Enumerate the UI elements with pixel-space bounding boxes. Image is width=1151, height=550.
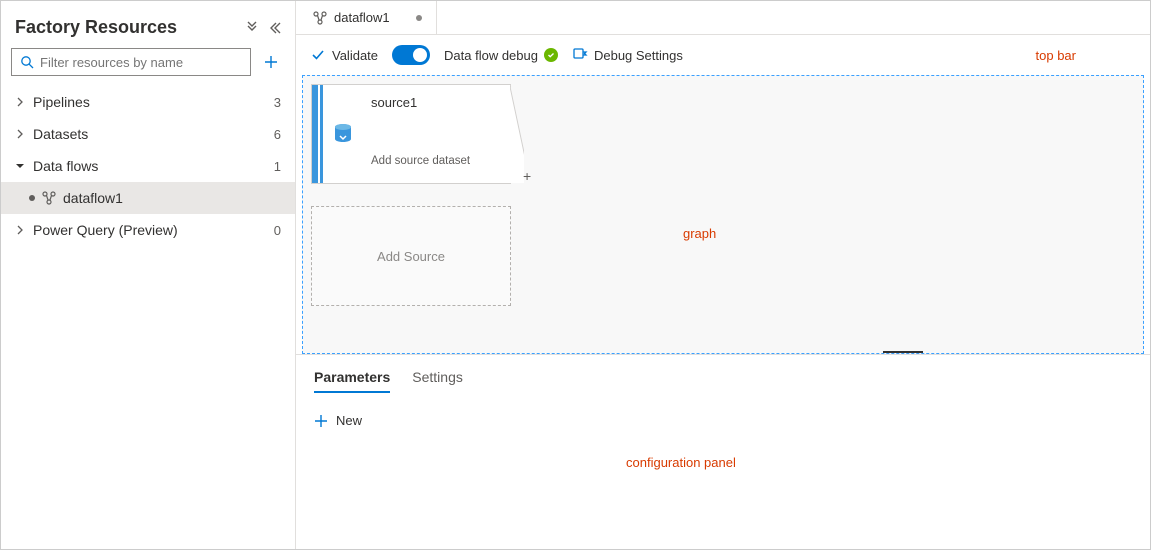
- editor-tab-dataflow1[interactable]: dataflow1: [302, 1, 437, 34]
- tree-count: 0: [274, 223, 281, 238]
- plus-icon: [314, 414, 328, 428]
- validate-label: Validate: [332, 48, 378, 63]
- dataflow-icon: [312, 10, 328, 26]
- collapse-sidebar-icon[interactable]: [267, 21, 281, 35]
- debug-settings-button[interactable]: Debug Settings: [572, 46, 683, 65]
- factory-resources-sidebar: Factory Resources: [1, 1, 296, 549]
- source-name: source1: [371, 95, 502, 110]
- add-step-button[interactable]: +: [523, 168, 531, 184]
- configuration-panel: Parameters Settings New configuration pa…: [296, 354, 1150, 549]
- tree-item-pipelines[interactable]: Pipelines 3: [1, 86, 295, 118]
- filter-box[interactable]: [11, 48, 251, 76]
- dataflow-topbar: Validate Data flow debug Debug Settings …: [296, 35, 1150, 75]
- new-parameter-button[interactable]: New: [314, 413, 362, 428]
- annotation-graph: graph: [683, 226, 716, 241]
- filter-row: [1, 48, 295, 84]
- annotation-topbar: top bar: [1036, 48, 1136, 63]
- validate-button[interactable]: Validate: [310, 47, 378, 63]
- tree-count: 1: [274, 159, 281, 174]
- caret-right-icon: [15, 97, 25, 107]
- caret-down-icon: [15, 161, 25, 171]
- expand-all-icon[interactable]: [245, 21, 259, 35]
- source-hint: Add source dataset: [371, 155, 502, 173]
- unsaved-dot-icon: [29, 195, 35, 201]
- filter-input[interactable]: [40, 55, 242, 70]
- caret-right-icon: [15, 129, 25, 139]
- tree-count: 6: [274, 127, 281, 142]
- unsaved-dot-icon: [416, 15, 422, 21]
- node-output-chevron: [510, 85, 524, 183]
- tree-label: Datasets: [33, 126, 88, 142]
- debug-settings-label: Debug Settings: [594, 48, 683, 63]
- source-node[interactable]: source1 Add source dataset: [311, 84, 511, 184]
- sidebar-title: Factory Resources: [15, 17, 177, 38]
- new-label: New: [336, 413, 362, 428]
- tree-count: 3: [274, 95, 281, 110]
- resource-tree: Pipelines 3 Datasets 6 Data flows 1: [1, 84, 295, 246]
- tab-label: dataflow1: [334, 10, 390, 25]
- main-area: dataflow1 Validate Data flow debug Debug: [296, 1, 1150, 549]
- tree-item-dataflow1[interactable]: dataflow1: [1, 182, 295, 214]
- tree-label: Power Query (Preview): [33, 222, 178, 238]
- dataflow-graph-canvas[interactable]: source1 Add source dataset + Add Source …: [302, 75, 1144, 354]
- add-source-button[interactable]: Add Source: [311, 206, 511, 306]
- tree-item-powerquery[interactable]: Power Query (Preview) 0: [1, 214, 295, 246]
- editor-tabbar: dataflow1: [296, 1, 1150, 35]
- sidebar-header: Factory Resources: [1, 7, 295, 48]
- debug-label: Data flow debug: [444, 48, 558, 63]
- add-source-label: Add Source: [377, 249, 445, 264]
- tree-item-datasets[interactable]: Datasets 6: [1, 118, 295, 150]
- debug-settings-icon: [572, 46, 588, 65]
- config-tab-settings[interactable]: Settings: [412, 363, 463, 393]
- dataflow-icon: [41, 190, 57, 206]
- config-tab-parameters[interactable]: Parameters: [314, 363, 390, 393]
- annotation-config: configuration panel: [626, 455, 736, 470]
- caret-right-icon: [15, 225, 25, 235]
- check-icon: [310, 47, 326, 63]
- tree-label: dataflow1: [63, 190, 123, 206]
- tree-label: Data flows: [33, 158, 98, 174]
- tree-label: Pipelines: [33, 94, 90, 110]
- status-ok-icon: [544, 48, 558, 62]
- tree-item-dataflows[interactable]: Data flows 1: [1, 150, 295, 182]
- dataflow-debug-toggle[interactable]: [392, 45, 430, 65]
- search-icon: [20, 55, 34, 69]
- config-tabs: Parameters Settings: [296, 355, 1150, 393]
- add-resource-button[interactable]: [257, 48, 285, 76]
- database-icon: [323, 85, 363, 183]
